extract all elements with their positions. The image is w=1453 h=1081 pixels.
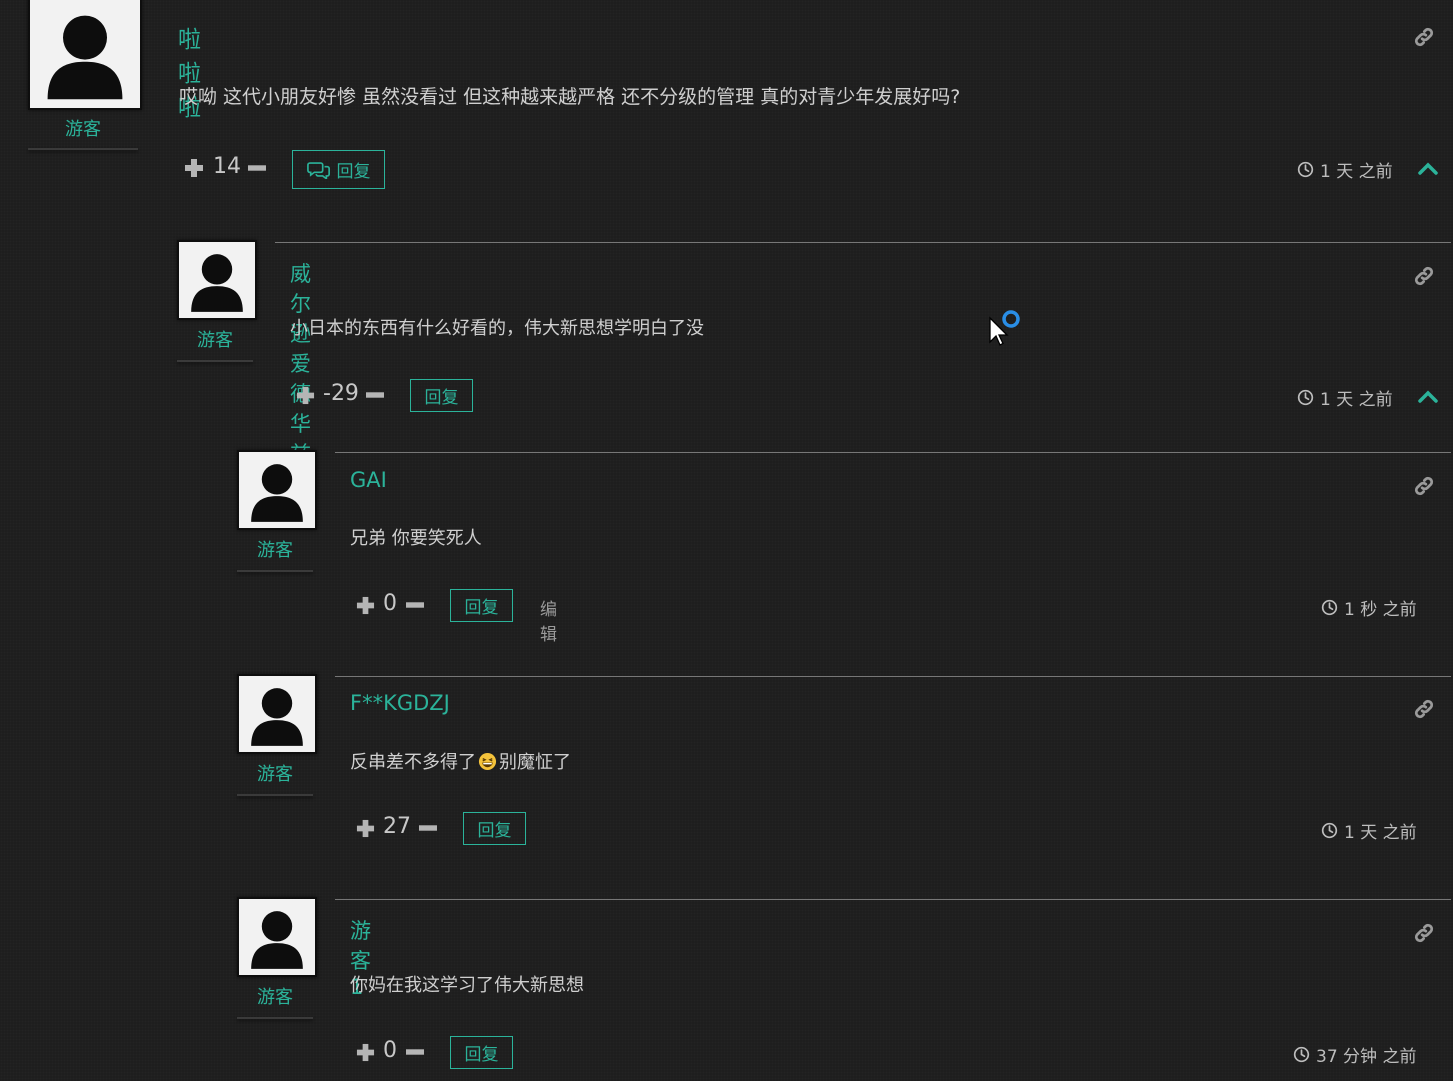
upvote-plus-icon[interactable] bbox=[184, 158, 204, 178]
reply-button[interactable]: 回复 bbox=[292, 150, 385, 189]
reply-button-label: 回复 bbox=[477, 821, 512, 841]
timestamp-text: 1 天 之前 bbox=[1320, 390, 1393, 410]
vote-count: 0 bbox=[383, 591, 397, 616]
user-icon bbox=[239, 899, 315, 975]
divider bbox=[275, 242, 1451, 243]
timestamp-text: 37 分钟 之前 bbox=[1316, 1047, 1417, 1067]
clock-icon bbox=[1321, 599, 1338, 616]
vote-count: 27 bbox=[383, 814, 411, 839]
link-icon[interactable] bbox=[1413, 26, 1435, 48]
comment-author[interactable]: GAI bbox=[350, 468, 387, 492]
comment-timestamp: 1 天 之前 bbox=[1321, 818, 1417, 843]
divider bbox=[237, 1017, 313, 1019]
user-icon bbox=[30, 0, 140, 108]
link-icon[interactable] bbox=[1413, 265, 1435, 287]
comment-text-part: 别魔怔了 bbox=[499, 752, 571, 773]
guest-badge: 游客 bbox=[257, 764, 293, 785]
comment-author[interactable]: 威尔逊爱德华兹 bbox=[290, 258, 311, 468]
comment-text-part: 反串差不多得了 bbox=[350, 752, 476, 773]
timestamp-text: 1 秒 之前 bbox=[1344, 600, 1417, 620]
avatar bbox=[177, 240, 257, 320]
downvote-minus-icon[interactable] bbox=[248, 165, 266, 171]
reply-button[interactable]: 回复 bbox=[450, 1036, 513, 1069]
avatar bbox=[237, 897, 317, 977]
clock-icon bbox=[1321, 822, 1338, 839]
clock-icon bbox=[1297, 161, 1314, 178]
reply-button[interactable]: 回复 bbox=[410, 379, 473, 412]
comment-text: 哎呦 这代小朋友好惨 虽然没看过 但这种越来越严格 还不分级的管理 真的对青少年… bbox=[179, 86, 961, 108]
comment-text: 反串差不多得了 别魔怔了 bbox=[350, 748, 571, 774]
divider bbox=[237, 794, 313, 796]
reply-button-label: 回复 bbox=[464, 1045, 499, 1065]
upvote-plus-icon[interactable] bbox=[356, 1043, 375, 1062]
upvote-plus-icon[interactable] bbox=[356, 596, 375, 615]
reply-button-label: 回复 bbox=[424, 388, 459, 408]
comment-text: 小日本的东西有什么好看的，伟大新思想学明白了没 bbox=[290, 318, 704, 339]
avatar bbox=[28, 0, 142, 110]
divider bbox=[335, 899, 1451, 900]
reply-button[interactable]: 回复 bbox=[463, 812, 526, 845]
link-icon[interactable] bbox=[1413, 475, 1435, 497]
downvote-minus-icon[interactable] bbox=[406, 1049, 424, 1055]
comment-timestamp: 37 分钟 之前 bbox=[1293, 1042, 1416, 1067]
comment-text: 兄弟 你要笑死人 bbox=[350, 528, 482, 549]
comments-icon bbox=[307, 160, 331, 179]
guest-badge: 游客 bbox=[257, 987, 293, 1008]
user-icon bbox=[239, 452, 315, 528]
user-icon bbox=[239, 676, 315, 752]
guest-badge: 游客 bbox=[257, 540, 293, 561]
guest-badge: 游客 bbox=[197, 330, 233, 351]
reply-button[interactable]: 回复 bbox=[450, 589, 513, 622]
user-icon bbox=[179, 242, 255, 318]
clock-icon bbox=[1297, 389, 1314, 406]
vote-count: -29 bbox=[323, 381, 359, 406]
comment-author[interactable]: F**KGDZJ bbox=[350, 691, 450, 715]
reply-button-label: 回复 bbox=[464, 598, 499, 618]
avatar bbox=[237, 674, 317, 754]
downvote-minus-icon[interactable] bbox=[366, 392, 384, 398]
vote-count: 0 bbox=[383, 1038, 397, 1063]
link-icon[interactable] bbox=[1413, 922, 1435, 944]
grinning-face-emoji-icon bbox=[478, 752, 497, 771]
avatar bbox=[237, 450, 317, 530]
link-icon[interactable] bbox=[1413, 698, 1435, 720]
divider bbox=[335, 676, 1451, 677]
comment-timestamp: 1 天 之前 bbox=[1297, 157, 1393, 182]
divider bbox=[28, 148, 138, 150]
clock-icon bbox=[1293, 1046, 1310, 1063]
collapse-chevron-up-icon[interactable] bbox=[1418, 161, 1438, 175]
edit-link[interactable]: 编辑 bbox=[540, 595, 557, 645]
divider bbox=[177, 360, 253, 362]
vote-count: 14 bbox=[213, 154, 241, 179]
upvote-plus-icon[interactable] bbox=[356, 819, 375, 838]
comment-text: 你妈在我这学习了伟大新思想 bbox=[350, 975, 584, 996]
busy-cursor-icon bbox=[989, 310, 1020, 346]
timestamp-text: 1 天 之前 bbox=[1320, 162, 1393, 182]
comment-timestamp: 1 天 之前 bbox=[1297, 385, 1393, 410]
comment-timestamp: 1 秒 之前 bbox=[1321, 595, 1417, 620]
reply-button-label: 回复 bbox=[336, 162, 371, 182]
divider bbox=[335, 452, 1451, 453]
timestamp-text: 1 天 之前 bbox=[1344, 823, 1417, 843]
upvote-plus-icon[interactable] bbox=[296, 386, 315, 405]
guest-badge: 游客 bbox=[65, 119, 101, 140]
divider bbox=[237, 570, 313, 572]
collapse-chevron-up-icon[interactable] bbox=[1418, 389, 1438, 403]
downvote-minus-icon[interactable] bbox=[406, 602, 424, 608]
downvote-minus-icon[interactable] bbox=[419, 825, 437, 831]
